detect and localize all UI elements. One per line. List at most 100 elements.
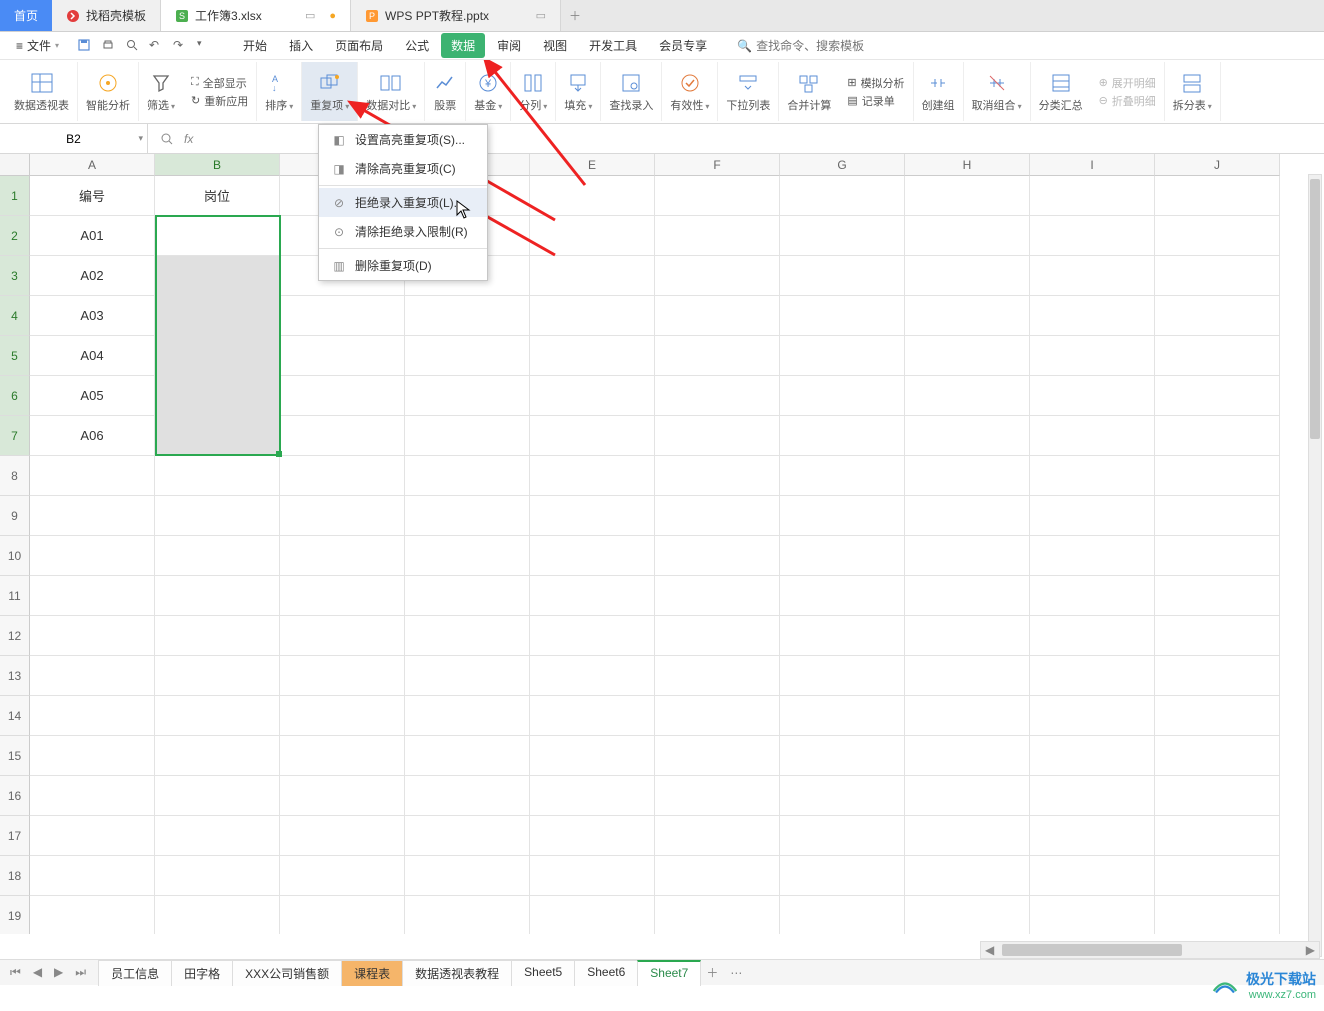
cell-H9[interactable] bbox=[905, 496, 1030, 536]
cell-A3[interactable]: A02 bbox=[30, 256, 155, 296]
menu-review[interactable]: 审阅 bbox=[487, 33, 531, 58]
menu-data[interactable]: 数据 bbox=[441, 33, 485, 58]
cell-J8[interactable] bbox=[1155, 456, 1280, 496]
sheet-prev-icon[interactable]: ◀ bbox=[29, 963, 46, 982]
cell-H15[interactable] bbox=[905, 736, 1030, 776]
sheet-tab-5[interactable]: Sheet5 bbox=[511, 960, 575, 986]
ribbon-subtotal[interactable]: 分类汇总 bbox=[1031, 62, 1091, 121]
scroll-left-icon[interactable]: ◀ bbox=[981, 943, 998, 957]
cancel-fx-icon[interactable] bbox=[160, 132, 174, 146]
cell-C14[interactable] bbox=[280, 696, 405, 736]
cell-E11[interactable] bbox=[530, 576, 655, 616]
vertical-scrollbar[interactable] bbox=[1308, 174, 1322, 957]
scroll-right-icon[interactable]: ▶ bbox=[1302, 943, 1319, 957]
cell-E5[interactable] bbox=[530, 336, 655, 376]
expand-detail-button[interactable]: ⊕展开明细 bbox=[1099, 75, 1156, 91]
row-header-16[interactable]: 16 bbox=[0, 776, 30, 816]
ribbon-ai-analysis[interactable]: 智能分析 bbox=[78, 62, 139, 121]
cell-C9[interactable] bbox=[280, 496, 405, 536]
cell-I19[interactable] bbox=[1030, 896, 1155, 934]
cell-I7[interactable] bbox=[1030, 416, 1155, 456]
cell-G6[interactable] bbox=[780, 376, 905, 416]
ribbon-fill[interactable]: 填充 bbox=[556, 62, 601, 121]
sheet-first-icon[interactable]: ⏮ bbox=[6, 963, 25, 982]
cell-H16[interactable] bbox=[905, 776, 1030, 816]
cell-F18[interactable] bbox=[655, 856, 780, 896]
row-header-3[interactable]: 3 bbox=[0, 256, 30, 296]
cell-A9[interactable] bbox=[30, 496, 155, 536]
cell-J17[interactable] bbox=[1155, 816, 1280, 856]
cell-J5[interactable] bbox=[1155, 336, 1280, 376]
cell-B2[interactable] bbox=[155, 216, 280, 256]
cell-B4[interactable] bbox=[155, 296, 280, 336]
row-header-10[interactable]: 10 bbox=[0, 536, 30, 576]
cell-A13[interactable] bbox=[30, 656, 155, 696]
clear-reject-entry-item[interactable]: ⊙清除拒绝录入限制(R) bbox=[319, 217, 487, 246]
cell-B7[interactable] bbox=[155, 416, 280, 456]
cell-D11[interactable] bbox=[405, 576, 530, 616]
tab-menu-icon[interactable]: ▭ bbox=[536, 9, 546, 22]
cell-B17[interactable] bbox=[155, 816, 280, 856]
ribbon-find-entry[interactable]: 查找录入 bbox=[601, 62, 662, 121]
cell-H19[interactable] bbox=[905, 896, 1030, 934]
cell-I3[interactable] bbox=[1030, 256, 1155, 296]
cell-B3[interactable] bbox=[155, 256, 280, 296]
ribbon-fund[interactable]: ¥基金 bbox=[466, 62, 511, 121]
row-header-2[interactable]: 2 bbox=[0, 216, 30, 256]
cell-A17[interactable] bbox=[30, 816, 155, 856]
cell-B10[interactable] bbox=[155, 536, 280, 576]
cell-G8[interactable] bbox=[780, 456, 905, 496]
cell-J6[interactable] bbox=[1155, 376, 1280, 416]
cell-F11[interactable] bbox=[655, 576, 780, 616]
sheet-next-icon[interactable]: ▶ bbox=[50, 963, 67, 982]
cell-F8[interactable] bbox=[655, 456, 780, 496]
cell-I5[interactable] bbox=[1030, 336, 1155, 376]
collapse-detail-button[interactable]: ⊖折叠明细 bbox=[1099, 93, 1156, 109]
cell-D16[interactable] bbox=[405, 776, 530, 816]
cell-B16[interactable] bbox=[155, 776, 280, 816]
cell-B15[interactable] bbox=[155, 736, 280, 776]
cell-G7[interactable] bbox=[780, 416, 905, 456]
cell-A8[interactable] bbox=[30, 456, 155, 496]
reject-dup-entry-item[interactable]: ⊘拒绝录入重复项(L)... bbox=[319, 188, 487, 217]
cell-D17[interactable] bbox=[405, 816, 530, 856]
cell-F12[interactable] bbox=[655, 616, 780, 656]
cell-C7[interactable] bbox=[280, 416, 405, 456]
simulation-button[interactable]: ⊞模拟分析 bbox=[847, 75, 904, 91]
row-header-4[interactable]: 4 bbox=[0, 296, 30, 336]
ribbon-filter[interactable]: 筛选 bbox=[139, 62, 183, 121]
ribbon-split-col[interactable]: 分列 bbox=[511, 62, 556, 121]
cell-I1[interactable] bbox=[1030, 176, 1155, 216]
cell-G4[interactable] bbox=[780, 296, 905, 336]
col-header-G[interactable]: G bbox=[780, 154, 905, 176]
cell-E9[interactable] bbox=[530, 496, 655, 536]
cell-E15[interactable] bbox=[530, 736, 655, 776]
cell-D14[interactable] bbox=[405, 696, 530, 736]
cell-D15[interactable] bbox=[405, 736, 530, 776]
cell-B1[interactable]: 岗位 bbox=[155, 176, 280, 216]
cell-J13[interactable] bbox=[1155, 656, 1280, 696]
cell-A12[interactable] bbox=[30, 616, 155, 656]
cell-H18[interactable] bbox=[905, 856, 1030, 896]
set-highlight-dup-item[interactable]: ◧设置高亮重复项(S)... bbox=[319, 125, 487, 154]
cell-G5[interactable] bbox=[780, 336, 905, 376]
tab-ppt[interactable]: P WPS PPT教程.pptx ▭ bbox=[351, 0, 561, 31]
cell-I9[interactable] bbox=[1030, 496, 1155, 536]
redo-icon[interactable]: ↷ bbox=[173, 38, 189, 54]
cell-D6[interactable] bbox=[405, 376, 530, 416]
cell-J3[interactable] bbox=[1155, 256, 1280, 296]
row-header-13[interactable]: 13 bbox=[0, 656, 30, 696]
col-header-A[interactable]: A bbox=[30, 154, 155, 176]
cell-G12[interactable] bbox=[780, 616, 905, 656]
cell-F10[interactable] bbox=[655, 536, 780, 576]
cell-A6[interactable]: A05 bbox=[30, 376, 155, 416]
cell-G1[interactable] bbox=[780, 176, 905, 216]
cell-E2[interactable] bbox=[530, 216, 655, 256]
cell-A11[interactable] bbox=[30, 576, 155, 616]
cell-A14[interactable] bbox=[30, 696, 155, 736]
cell-J11[interactable] bbox=[1155, 576, 1280, 616]
cell-C6[interactable] bbox=[280, 376, 405, 416]
cell-A16[interactable] bbox=[30, 776, 155, 816]
cell-F9[interactable] bbox=[655, 496, 780, 536]
cell-B8[interactable] bbox=[155, 456, 280, 496]
